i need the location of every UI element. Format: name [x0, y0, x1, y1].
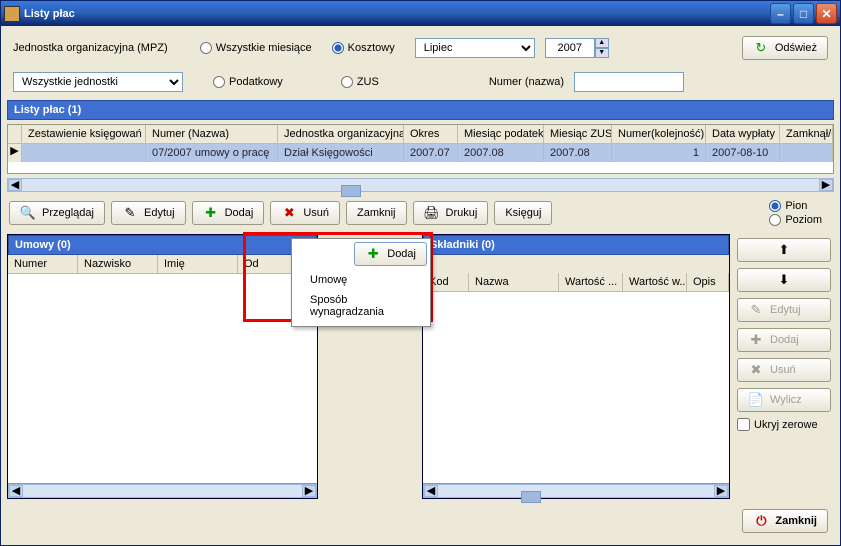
- window-title: Listy płac: [24, 8, 770, 20]
- popup-dodaj-button[interactable]: ✚Dodaj: [354, 242, 427, 266]
- minimize-button[interactable]: –: [770, 3, 791, 24]
- dodaj-popup: ✚Dodaj Umowę Sposób wynagradzania: [291, 238, 431, 327]
- rb-all-months[interactable]: [200, 42, 212, 54]
- table-row[interactable]: ▶ 07/2007 umowy o pracę Dział Księgowośc…: [8, 144, 833, 162]
- ksieguj-button[interactable]: Księguj: [494, 201, 552, 225]
- right-edytuj-button[interactable]: ✎Edytuj: [737, 298, 831, 322]
- ukryj-zerowe-checkbox[interactable]: Ukryj zerowe: [737, 418, 831, 431]
- popup-item-umowe[interactable]: Umowę: [292, 270, 430, 290]
- year-down[interactable]: ▼: [595, 48, 609, 58]
- edytuj-button[interactable]: ✎Edytuj: [111, 201, 186, 225]
- zamknij-button[interactable]: Zamknij: [346, 201, 407, 225]
- popup-item-sposob[interactable]: Sposób wynagradzania: [292, 290, 430, 322]
- arrow-down-icon: ⬇: [776, 272, 792, 288]
- close-button[interactable]: ✕: [816, 3, 837, 24]
- numer-nazwa-label: Numer (nazwa): [489, 76, 564, 88]
- month-select[interactable]: Lipiec: [415, 38, 535, 58]
- print-icon: 🖨: [424, 205, 440, 221]
- arrow-up-icon: ⬆: [776, 242, 792, 258]
- rb-poziom[interactable]: [769, 214, 781, 226]
- app-icon: [4, 6, 20, 22]
- rb-podatkowy[interactable]: [213, 76, 225, 88]
- right-wylicz-button[interactable]: 📄Wylicz: [737, 388, 831, 412]
- rb-zus[interactable]: [341, 76, 353, 88]
- listy-hscroll[interactable]: ◀▶: [7, 178, 834, 192]
- rb-kosztowy[interactable]: [332, 42, 344, 54]
- unit-label: Jednostka organizacyjna (MPZ): [13, 42, 168, 54]
- add-icon: ✚: [748, 332, 764, 348]
- refresh-icon: ↻: [753, 40, 769, 56]
- delete-icon: ✖: [281, 205, 297, 221]
- skladniki-header: Składniki (0): [423, 235, 729, 255]
- edit-icon: ✎: [122, 205, 138, 221]
- year-up[interactable]: ▲: [595, 38, 609, 48]
- umowy-hscroll[interactable]: ◀▶: [8, 484, 317, 498]
- usun-button[interactable]: ✖Usuń: [270, 201, 340, 225]
- edit-icon: ✎: [748, 302, 764, 318]
- footer-zamknij-button[interactable]: ⏻Zamknij: [742, 509, 828, 533]
- move-down-button[interactable]: ⬇: [737, 268, 831, 292]
- calc-icon: 📄: [748, 392, 764, 408]
- year-input[interactable]: [545, 38, 595, 58]
- browse-icon: 🔍: [20, 205, 36, 221]
- przegladaj-button[interactable]: 🔍Przeglądaj: [9, 201, 105, 225]
- add-icon: ✚: [365, 246, 381, 262]
- refresh-button[interactable]: ↻Odśwież: [742, 36, 828, 60]
- skladniki-hscroll[interactable]: ◀▶: [423, 484, 729, 498]
- drukuj-button[interactable]: 🖨Drukuj: [413, 201, 489, 225]
- umowy-header: Umowy (0): [8, 235, 317, 255]
- listy-plac-header: Listy płac (1): [7, 100, 834, 120]
- right-usun-button[interactable]: ✖Usuń: [737, 358, 831, 382]
- maximize-button[interactable]: □: [793, 3, 814, 24]
- skladniki-panel: Składniki (0) Kod Nazwa Wartość ... Wart…: [422, 234, 730, 499]
- listy-grid-head: Zestawienie księgowań Numer (Nazwa) Jedn…: [8, 125, 833, 144]
- right-buttons: ⬆ ⬇ ✎Edytuj ✚Dodaj ✖Usuń 📄Wylicz Ukryj z…: [734, 234, 834, 499]
- add-icon: ✚: [203, 205, 219, 221]
- move-up-button[interactable]: ⬆: [737, 238, 831, 262]
- dodaj-button[interactable]: ✚Dodaj: [192, 201, 265, 225]
- titlebar: Listy płac – □ ✕: [1, 1, 840, 26]
- right-dodaj-button[interactable]: ✚Dodaj: [737, 328, 831, 352]
- umowy-panel: Umowy (0) Numer Nazwisko Imię Od ◀▶: [7, 234, 318, 499]
- rb-pion[interactable]: [769, 200, 781, 212]
- unit-select[interactable]: Wszystkie jednostki: [13, 72, 183, 92]
- delete-icon: ✖: [748, 362, 764, 378]
- power-icon: ⏻: [753, 513, 769, 529]
- numer-nazwa-input[interactable]: [574, 72, 684, 92]
